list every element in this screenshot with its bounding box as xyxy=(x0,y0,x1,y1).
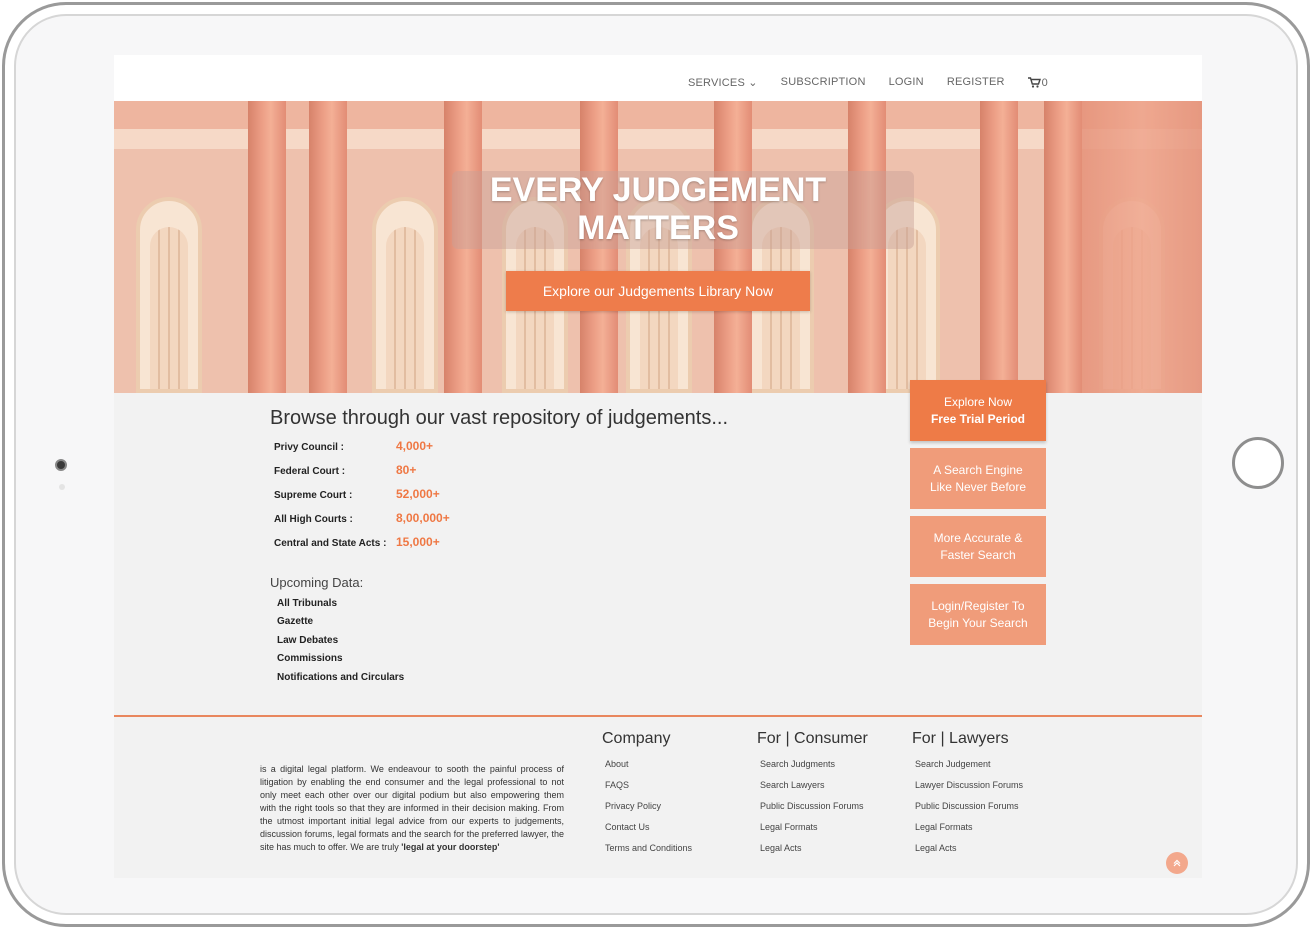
footer-link-contact[interactable]: Contact Us xyxy=(605,822,692,843)
screen: SERVICES ⌄ SUBSCRIPTION LOGIN REGISTER 0 xyxy=(114,55,1202,878)
explore-library-button[interactable]: Explore our Judgements Library Now xyxy=(506,271,810,311)
footer-divider xyxy=(114,715,1202,717)
stat-value: 80+ xyxy=(396,463,417,477)
hero-title-line1: EVERY JUDGEMENT xyxy=(489,171,827,209)
footer-consumer-title: For | Consumer xyxy=(757,730,868,747)
about-tagline: 'legal at your doorstep' xyxy=(401,842,500,852)
free-trial-button[interactable]: Explore Now Free Trial Period xyxy=(910,380,1046,441)
upcoming-list: All Tribunals Gazette Law Debates Commis… xyxy=(277,598,404,690)
nav-login[interactable]: LOGIN xyxy=(889,76,924,89)
stat-label: Central and State Acts : xyxy=(274,538,387,549)
scroll-to-top-button[interactable] xyxy=(1166,852,1188,874)
hero-title: EVERY JUDGEMENT MATTERS xyxy=(114,171,1202,247)
footer-link-legal-formats[interactable]: Legal Formats xyxy=(760,822,868,843)
nav-subscription[interactable]: SUBSCRIPTION xyxy=(781,76,866,89)
stat-label: Privy Council : xyxy=(274,442,345,453)
footer-link-public-forums[interactable]: Public Discussion Forums xyxy=(760,801,868,822)
upcoming-item: All Tribunals xyxy=(277,598,338,609)
hero-title-line2: MATTERS xyxy=(577,209,739,247)
footer-link-search-lawyers[interactable]: Search Lawyers xyxy=(760,780,868,801)
footer-link-terms[interactable]: Terms and Conditions xyxy=(605,843,692,864)
stat-value: 52,000+ xyxy=(396,487,440,501)
upcoming-item: Notifications and Circulars xyxy=(277,671,405,683)
free-trial-line1: Explore Now xyxy=(943,394,1013,409)
search-engine-button[interactable]: A Search Engine Like Never Before xyxy=(910,448,1046,509)
camera-icon xyxy=(55,459,67,471)
login-register-line2: Begin Your Search xyxy=(928,615,1028,630)
nav-menu: SERVICES ⌄ SUBSCRIPTION LOGIN REGISTER 0 xyxy=(688,76,1048,89)
nav-cart[interactable]: 0 xyxy=(1027,76,1048,89)
footer-link-privacy[interactable]: Privacy Policy xyxy=(605,801,692,822)
search-engine-line2: Like Never Before xyxy=(929,479,1027,494)
search-engine-line1: A Search Engine xyxy=(933,462,1023,477)
login-register-line1: Login/Register To xyxy=(931,598,1025,613)
footer-link-about[interactable]: About xyxy=(605,759,692,780)
top-navbar: SERVICES ⌄ SUBSCRIPTION LOGIN REGISTER 0 xyxy=(114,55,1202,101)
upcoming-heading: Upcoming Data: xyxy=(270,575,364,590)
chevron-up-icon xyxy=(1173,859,1181,867)
cart-icon xyxy=(1027,77,1041,88)
footer-lawyers: For | Lawyers Search Judgement Lawyer Di… xyxy=(912,730,1023,864)
accurate-search-button[interactable]: More Accurate & Faster Search xyxy=(910,516,1046,577)
footer-link-search-judgement[interactable]: Search Judgement xyxy=(915,759,1023,780)
footer-company-title: Company xyxy=(602,730,671,747)
nav-register[interactable]: REGISTER xyxy=(947,76,1005,89)
footer-link-lawyer-forums[interactable]: Lawyer Discussion Forums xyxy=(915,780,1023,801)
stat-label: Supreme Court : xyxy=(274,490,353,501)
login-register-button[interactable]: Login/Register To Begin Your Search xyxy=(910,584,1046,645)
stat-value: 8,00,000+ xyxy=(396,511,450,525)
browse-heading: Browse through our vast repository of ju… xyxy=(270,407,729,429)
upcoming-item: Law Debates xyxy=(277,634,339,646)
stat-label: All High Courts : xyxy=(274,514,353,525)
cart-count: 0 xyxy=(1041,76,1048,89)
footer-lawyers-title: For | Lawyers xyxy=(912,730,1009,747)
footer-link-legal-formats[interactable]: Legal Formats xyxy=(915,822,1023,843)
upcoming-item: Gazette xyxy=(277,616,314,628)
stat-value: 15,000+ xyxy=(396,535,440,549)
footer-about-text: is a digital legal platform. We endeavou… xyxy=(260,763,564,854)
footer-consumer: For | Consumer Search Judgments Search L… xyxy=(757,730,868,864)
stat-value: 4,000+ xyxy=(396,439,434,453)
hero-banner: EVERY JUDGEMENT MATTERS Explore our Judg… xyxy=(114,101,1202,393)
footer-link-legal-acts[interactable]: Legal Acts xyxy=(760,843,868,864)
accurate-search-line2: Faster Search xyxy=(940,547,1016,562)
footer-link-search-judgments[interactable]: Search Judgments xyxy=(760,759,868,780)
free-trial-line2: Free Trial Period xyxy=(930,411,1026,426)
accurate-search-line1: More Accurate & xyxy=(933,530,1023,545)
footer-company: Company About FAQS Privacy Policy Contac… xyxy=(602,730,692,864)
nav-services[interactable]: SERVICES ⌄ xyxy=(688,76,758,89)
upcoming-item: Commissions xyxy=(277,653,343,665)
footer-link-legal-acts[interactable]: Legal Acts xyxy=(915,843,1023,864)
footer-link-public-forums[interactable]: Public Discussion Forums xyxy=(915,801,1023,822)
footer-link-faqs[interactable]: FAQS xyxy=(605,780,692,801)
home-button[interactable] xyxy=(1232,437,1284,489)
about-text: is a digital legal platform. We endeavou… xyxy=(260,764,564,852)
sensor-dot xyxy=(59,484,65,490)
stat-label: Federal Court : xyxy=(274,466,346,477)
